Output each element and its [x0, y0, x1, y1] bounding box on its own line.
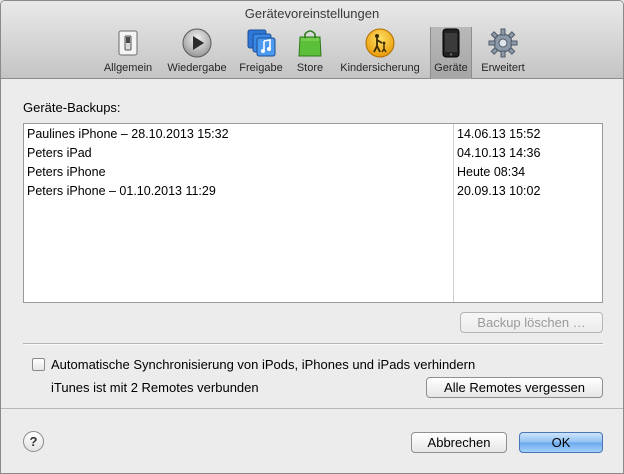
- backup-date: 04.10.13 14:36: [457, 146, 541, 160]
- preferences-window: Gerätevoreinstellungen Allgemein Wiederg…: [0, 0, 624, 474]
- toolbar-label: Kindersicherung: [340, 62, 420, 74]
- backup-date: Heute 08:34: [457, 165, 526, 179]
- window-title: Gerätevoreinstellungen: [244, 6, 380, 21]
- prevent-sync-label[interactable]: Automatische Synchronisierung von iPods,…: [51, 357, 475, 372]
- backup-date: 20.09.13 10:02: [457, 184, 541, 198]
- delete-backup-button[interactable]: Backup löschen …: [460, 312, 603, 333]
- toolbar-label: Freigabe: [239, 62, 283, 74]
- iphone-icon: [442, 28, 460, 58]
- prevent-sync-checkbox[interactable]: [32, 358, 45, 371]
- list-item[interactable]: Paulines iPhone – 28.10.2013 15:32 14.06…: [24, 125, 602, 144]
- switch-icon: [118, 30, 138, 56]
- toolbar-label: Allgemein: [103, 62, 153, 74]
- separator: [23, 343, 603, 344]
- sharing-icon: [247, 29, 276, 57]
- toolbar-label: Wiedergabe: [167, 62, 227, 74]
- backup-name: Peters iPhone: [27, 165, 106, 179]
- toolbar-item-erweitert[interactable]: Erweitert: [475, 27, 531, 79]
- gear-icon: [488, 28, 518, 58]
- backup-name: Peters iPhone – 01.10.2013 11:29: [27, 184, 216, 198]
- help-button[interactable]: ?: [23, 431, 44, 452]
- toolbar-item-allgemein[interactable]: Allgemein: [99, 27, 157, 79]
- backup-name: Peters iPad: [27, 146, 92, 160]
- backups-label: Geräte-Backups:: [23, 100, 121, 115]
- shopping-bag-icon: [298, 30, 322, 57]
- list-item[interactable]: Peters iPhone Heute 08:34: [24, 163, 602, 182]
- ok-button[interactable]: OK: [519, 432, 603, 453]
- play-icon: [182, 28, 212, 58]
- toolbar-item-kindersicherung[interactable]: Kindersicherung: [333, 27, 427, 79]
- backup-name: Paulines iPhone – 28.10.2013 15:32: [27, 127, 229, 141]
- backups-list[interactable]: Paulines iPhone – 28.10.2013 15:32 14.06…: [23, 123, 603, 303]
- cancel-button[interactable]: Abbrechen: [411, 432, 507, 453]
- remotes-status: iTunes ist mit 2 Remotes verbunden: [51, 380, 259, 395]
- toolbar-item-freigabe[interactable]: Freigabe: [236, 27, 286, 79]
- list-item[interactable]: Peters iPad 04.10.13 14:36: [24, 144, 602, 163]
- list-item[interactable]: Peters iPhone – 01.10.2013 11:29 20.09.1…: [24, 182, 602, 201]
- backup-date: 14.06.13 15:52: [457, 127, 541, 141]
- toolbar-item-wiedergabe[interactable]: Wiedergabe: [162, 27, 232, 79]
- toolbar-label: Geräte: [434, 62, 468, 74]
- toolbar-item-store[interactable]: Store: [291, 27, 329, 79]
- titlebar: Gerätevoreinstellungen Allgemein Wiederg…: [1, 1, 623, 79]
- toolbar-item-geraete[interactable]: Geräte: [430, 27, 472, 79]
- toolbar-label: Store: [296, 62, 324, 74]
- toolbar-label: Erweitert: [481, 62, 525, 74]
- parental-control-icon: [365, 28, 395, 58]
- forget-remotes-button[interactable]: Alle Remotes vergessen: [426, 377, 603, 398]
